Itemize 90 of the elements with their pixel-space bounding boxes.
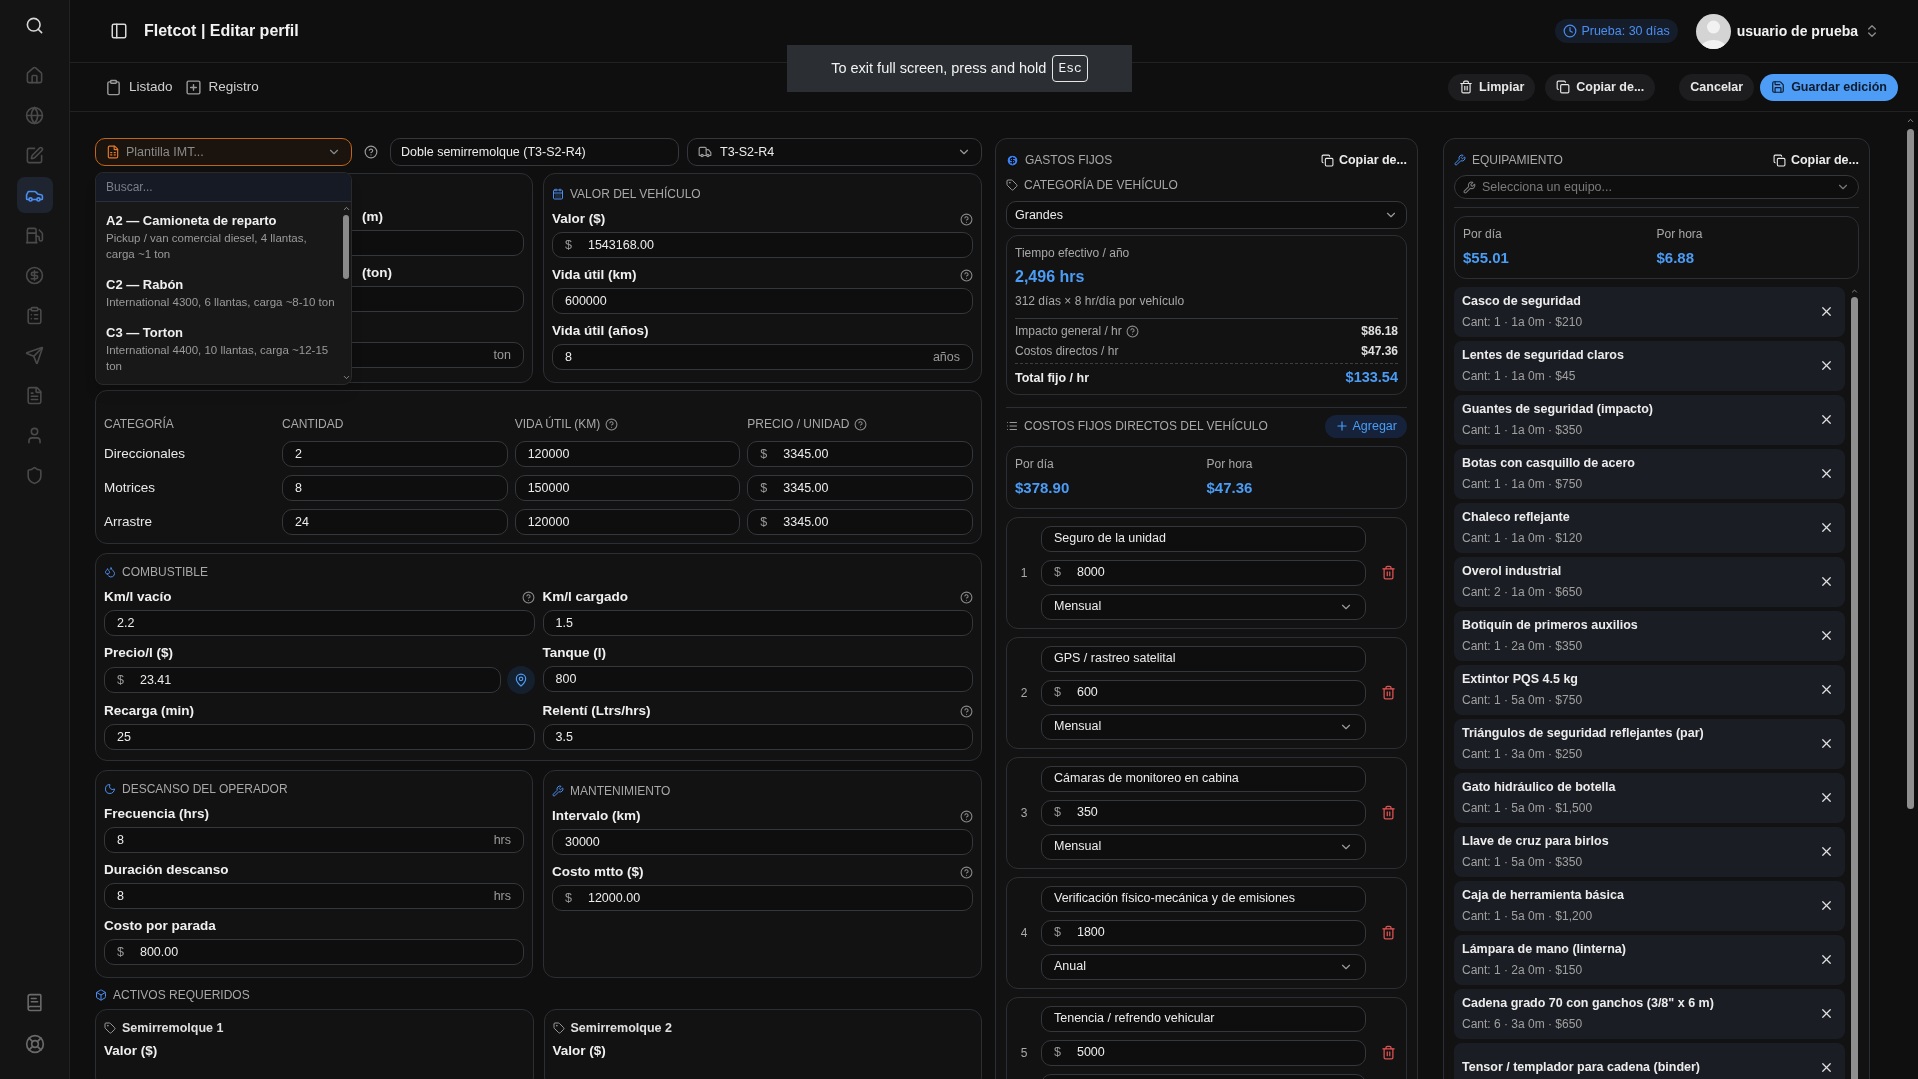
item-detail: Cant: 1 · 2a 0m · $150: [1462, 961, 1584, 979]
section-title: COMBUSTIBLE: [122, 564, 208, 581]
field-label: Valor ($): [552, 209, 606, 228]
item-detail: Cant: 1 · 1a 0m · $750: [1462, 475, 1584, 493]
field-label: Vida útil (km): [552, 265, 637, 284]
field-label: Precio/l ($): [104, 643, 174, 662]
field-label: Valor ($): [104, 1042, 159, 1060]
field-label: Frecuencia (hrs): [104, 804, 210, 823]
field-label: Valor ($): [552, 1042, 607, 1060]
summary-detail: 312 días × 8 hr/día por vehículo: [1015, 293, 1186, 310]
item-detail: Cant: 2 · 1a 0m · $650: [1462, 583, 1584, 601]
item-name: Tensor / templador para cadena (binder): [1462, 1059, 1701, 1077]
item-name: Cadena grado 70 con ganchos (3/8" x 6 m): [1462, 995, 1715, 1013]
field-label: Intervalo (km): [552, 806, 641, 825]
column-header: VIDA ÚTIL (KM): [514, 415, 601, 433]
item-detail: Cant: 1 · 5a 0m · $350: [1462, 853, 1584, 871]
summary-label: Tiempo efectivo / año: [1015, 245, 1131, 262]
field-label: Relentí (Ltrs/hrs): [542, 701, 651, 720]
summary-hours: 2,496 hrs: [1015, 267, 1086, 287]
summary-line-value: $86.18: [1361, 323, 1398, 340]
section-title: EQUIPAMIENTO: [1472, 152, 1563, 169]
field-label: Vida útil (años): [552, 321, 649, 340]
section-title: VALOR DEL VEHÍCULO: [570, 185, 701, 203]
asset-title: Semirremolque 1: [122, 1019, 224, 1037]
field-label: Duración descanso: [104, 860, 229, 879]
summary-line-value: $47.36: [1361, 343, 1398, 360]
item-detail: Cant: 1 · 2a 0m · $350: [1462, 637, 1584, 655]
row-number: 1: [1019, 564, 1029, 582]
item-name: Lentes de seguridad claros: [1462, 347, 1625, 365]
field-label: Km/l vacío: [104, 587, 172, 606]
field-label: Costo por parada: [104, 916, 216, 935]
item-name: Gato hidráulico de botella: [1462, 779, 1617, 797]
field-label: Costo mtto ($): [552, 862, 644, 881]
item-name: Chaleco reflejante: [1462, 509, 1571, 527]
asset-title: Semirremolque 2: [570, 1019, 672, 1037]
item-detail: Cant: 1 · 1a 0m · $45: [1462, 367, 1577, 385]
row-number: 2: [1019, 684, 1029, 702]
row-number: 4: [1019, 924, 1029, 942]
section-title: DESCANSO DEL OPERADOR: [122, 781, 288, 798]
item-name: Caja de herramienta básica: [1462, 887, 1625, 905]
section-title: CATEGORÍA DE VEHÍCULO: [1024, 176, 1178, 194]
trial-badge: Prueba: 30 días: [1555, 19, 1678, 43]
item-detail: Cant: 1 · 5a 0m · $1,500: [1462, 799, 1594, 817]
stat-label: Por hora: [1206, 456, 1254, 473]
stat-label: Por día: [1463, 226, 1503, 243]
item-name: Guantes de seguridad (impacto): [1462, 401, 1654, 419]
field-label: Recarga (min): [104, 701, 195, 720]
column-header: CATEGORÍA: [104, 415, 174, 433]
page-title: Fletcot | Editar perfil: [144, 21, 299, 41]
item-detail: Cant: 1 · 1a 0m · $210: [1462, 313, 1584, 331]
stat-label: Por hora: [1656, 226, 1704, 243]
item-name: Botas con casquillo de acero: [1462, 455, 1636, 473]
item-detail: Cant: 1 · 1a 0m · $350: [1462, 421, 1584, 439]
item-name: Llave de cruz para birlos: [1462, 833, 1610, 851]
item-detail: Cant: 1 · 1a 0m · $120: [1462, 529, 1584, 547]
item-name: Botiquín de primeros auxilios: [1462, 617, 1639, 635]
section-title: COSTOS FIJOS DIRECTOS DEL VEHÍCULO: [1024, 417, 1268, 435]
section-title: MANTENIMIENTO: [570, 783, 671, 800]
item-detail: Cant: 6 · 3a 0m · $650: [1462, 1015, 1584, 1033]
item-detail: Cant: 1 · 5a 0m · $750: [1462, 691, 1584, 709]
fullscreen-notice: To exit full screen, press and hold Esc: [787, 45, 1132, 92]
column-header: PRECIO / UNIDAD: [747, 416, 850, 433]
stat-value: $55.01: [1463, 248, 1510, 268]
row-number: 5: [1019, 1044, 1029, 1062]
item-name: Overol industrial: [1462, 563, 1563, 581]
total-label: Total fijo / hr: [1015, 369, 1090, 387]
category-label: Direccionales: [104, 444, 187, 463]
field-label: (ton): [362, 263, 392, 282]
item-detail: Cant: 1 · 5a 0m · $1,200: [1462, 907, 1594, 925]
category-label: Motrices: [104, 478, 156, 497]
field-label: Km/l cargado: [542, 587, 629, 606]
summary-line-label: Costos directos / hr: [1015, 343, 1119, 360]
column-header: CANTIDAD: [282, 416, 344, 433]
total-value: $133.54: [1345, 368, 1398, 388]
stat-value: $47.36: [1206, 478, 1254, 498]
section-title: ACTIVOS REQUERIDOS: [113, 987, 250, 1004]
stat-value: $6.88: [1656, 248, 1696, 268]
item-name: Triángulos de seguridad reflejantes (par): [1462, 725, 1705, 743]
row-number: 3: [1019, 804, 1029, 822]
field-label: Tanque (l): [542, 643, 606, 662]
category-label: Arrastre: [104, 512, 153, 531]
field-label: (m): [362, 207, 383, 226]
item-detail: Cant: 1 · 3a 0m · $250: [1462, 745, 1584, 763]
item-name: Casco de seguridad: [1462, 293, 1582, 311]
stat-label: Por día: [1015, 456, 1055, 473]
stat-value: $378.90: [1015, 478, 1071, 498]
item-name: Lámpara de mano (linterna): [1462, 941, 1627, 959]
summary-line-label: Impacto general / hr: [1015, 323, 1122, 340]
item-name: Extintor PQS 4.5 kg: [1462, 671, 1579, 689]
section-title: GASTOS FIJOS: [1025, 152, 1113, 169]
